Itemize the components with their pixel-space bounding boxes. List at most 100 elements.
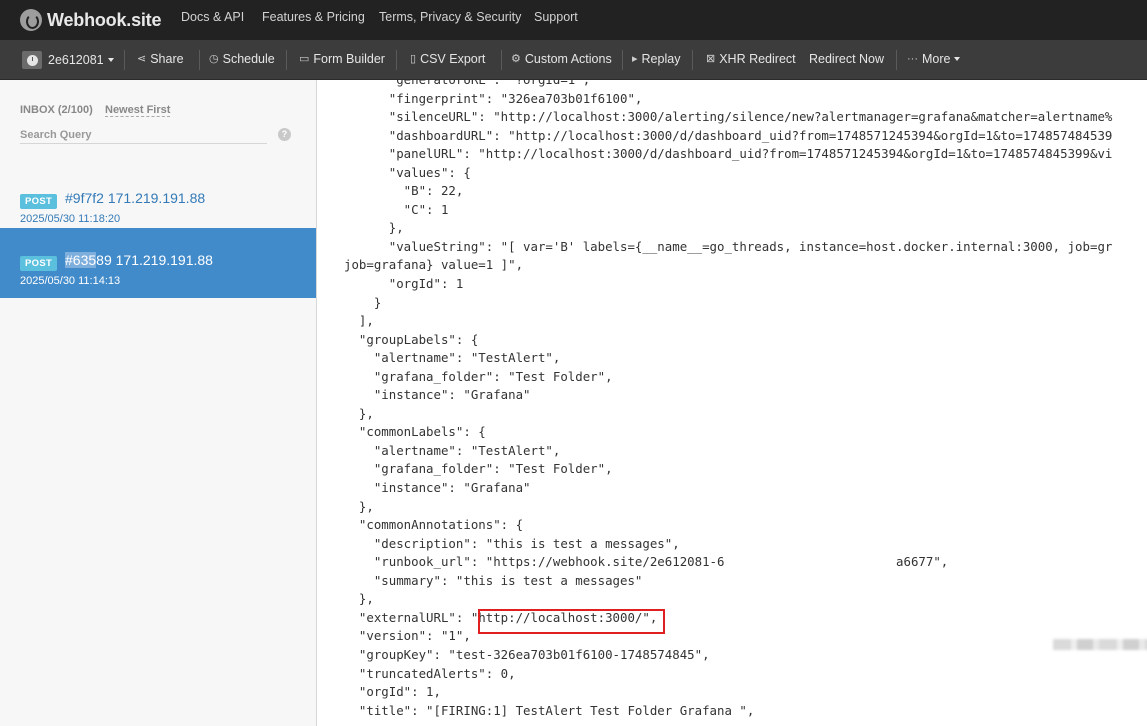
- file-icon: ▯: [410, 53, 417, 65]
- share-button[interactable]: ⋖ Share: [137, 51, 184, 67]
- code-line: "description": "this is test a messages"…: [344, 535, 680, 551]
- code-line: "fingerprint": "326ea703b01f6100",: [344, 90, 643, 106]
- csv-export-button[interactable]: ▯ CSV Export: [410, 51, 485, 67]
- clock-icon: ◷: [209, 53, 219, 65]
- code-line: "grafana_folder": "Test Folder",: [344, 461, 613, 477]
- toolbar-divider: [124, 50, 125, 70]
- code-line: "version": "1",: [344, 628, 471, 644]
- toolbar-divider: [896, 50, 897, 70]
- request-ip: 171.219.191.88: [107, 190, 206, 206]
- play-icon: ▸: [632, 53, 638, 65]
- code-line: "externalURL": "http://localhost:3000/",: [344, 609, 658, 625]
- inbox-count: INBOX (2/100): [20, 104, 93, 116]
- redirect-icon: ⊠: [706, 53, 716, 65]
- request-list-item-selected[interactable]: POST #63589 171.219.191.88 2025/05/30 11…: [0, 228, 316, 298]
- code-line: "panelURL": "http://localhost:3000/d/das…: [344, 146, 1113, 162]
- search-query-input[interactable]: [20, 126, 267, 144]
- clock-icon: [22, 51, 42, 69]
- xhr-redirect-button[interactable]: ⊠ XHR Redirect: [706, 51, 796, 67]
- nav-terms-privacy[interactable]: Terms, Privacy & Security: [379, 9, 521, 25]
- nav-features-pricing[interactable]: Features & Pricing: [262, 9, 365, 25]
- method-badge: POST: [20, 256, 58, 271]
- schedule-button[interactable]: ◷ Schedule: [209, 51, 275, 67]
- brand-link[interactable]: Webhook.site: [20, 6, 161, 34]
- code-line: }: [344, 294, 382, 310]
- request-date: 2025/05/30 11:14:13: [20, 275, 121, 287]
- token-label: 2e612081: [48, 53, 104, 67]
- brand-name: Webhook.site: [47, 9, 162, 30]
- caret-down-icon: [954, 57, 961, 61]
- custom-actions-button[interactable]: ⚙ Custom Actions: [511, 51, 612, 67]
- caret-down-icon: [107, 58, 114, 62]
- top-navbar: Webhook.site Docs & API Features & Prici…: [0, 0, 1147, 40]
- code-line: "alertname": "TestAlert",: [344, 442, 561, 458]
- share-icon: ⋖: [137, 53, 147, 65]
- code-line: "B": 22,: [344, 183, 464, 199]
- csv-export-label: CSV Export: [420, 52, 486, 66]
- toolbar-divider: [199, 50, 200, 70]
- request-title: #63589 171.219.191.88: [65, 252, 213, 268]
- request-id-rest: 89: [96, 252, 112, 268]
- code-line: "instance": "Grafana": [344, 387, 531, 403]
- code-line: "groupKey": "test-326ea703b01f6100-17485…: [344, 646, 710, 662]
- method-badge: POST: [20, 194, 58, 209]
- code-line: "summary": "this is test a messages": [344, 572, 643, 588]
- more-label: More: [922, 52, 951, 66]
- form-icon: ▭: [299, 53, 310, 65]
- code-line: },: [344, 220, 404, 236]
- help-icon[interactable]: ?: [278, 128, 291, 141]
- code-line: },: [344, 591, 374, 607]
- redirect-now-label: Redirect Now: [809, 52, 885, 66]
- code-line: "alertname": "TestAlert",: [344, 350, 561, 366]
- nav-docs-api[interactable]: Docs & API: [181, 9, 244, 25]
- code-line: "grafana_folder": "Test Folder",: [344, 368, 613, 384]
- custom-actions-label: Custom Actions: [524, 52, 612, 66]
- code-line: "values": {: [344, 164, 471, 180]
- ellipsis-icon: ···: [907, 53, 918, 65]
- xhr-redirect-label: XHR Redirect: [719, 52, 796, 66]
- more-dropdown-button[interactable]: ··· More: [907, 51, 961, 67]
- redirect-now-button[interactable]: Redirect Now: [809, 51, 884, 67]
- toolbar-divider: [396, 50, 397, 70]
- code-line: "instance": "Grafana": [344, 480, 531, 496]
- request-ip: 171.219.191.88: [115, 252, 213, 268]
- webhook-logo-icon: [20, 9, 42, 31]
- request-title: #9f7f2 171.219.191.88: [65, 190, 205, 206]
- request-id: #9f7f2: [65, 190, 104, 206]
- request-list-item[interactable]: POST #9f7f2 171.219.191.88 2025/05/30 11…: [0, 166, 316, 236]
- share-label: Share: [150, 52, 184, 66]
- toolbar-divider: [692, 50, 693, 70]
- toolbar-divider: [286, 50, 287, 70]
- code-line: "runbook_url": "https://webhook.site/2e6…: [344, 554, 949, 570]
- code-line: },: [344, 405, 374, 421]
- request-id-highlight: #635: [65, 252, 97, 268]
- replay-label: Replay: [641, 52, 681, 66]
- code-line: "generatorURL": "?orgId=1",: [344, 80, 1112, 90]
- nav-support[interactable]: Support: [534, 9, 578, 25]
- schedule-label: Schedule: [222, 52, 275, 66]
- form-builder-button[interactable]: ▭ Form Builder: [299, 51, 385, 67]
- code-line: "commonAnnotations": {: [344, 517, 524, 533]
- code-line: "groupLabels": {: [344, 331, 479, 347]
- replay-button[interactable]: ▸ Replay: [632, 51, 680, 67]
- toolbar-divider: [622, 50, 623, 70]
- code-line: "valueString": "[ var='B' labels={__name…: [344, 238, 1113, 254]
- code-line: "orgId": 1,: [344, 684, 441, 700]
- token-dropdown-button[interactable]: 2e612081: [22, 50, 114, 70]
- sort-order-toggle[interactable]: Newest First: [105, 104, 171, 117]
- request-date: 2025/05/30 11:18:20: [20, 213, 121, 225]
- code-line: "title": "[FIRING:1] TestAlert Test Fold…: [344, 702, 755, 718]
- code-line: "dashboardURL": "http://localhost:3000/d…: [344, 127, 1113, 143]
- toolbar-divider: [501, 50, 502, 70]
- code-line: "commonLabels": {: [344, 424, 486, 440]
- form-builder-label: Form Builder: [313, 52, 385, 66]
- code-line: "orgId": 1: [344, 276, 464, 292]
- code-line: ],: [344, 313, 374, 329]
- gear-icon: ⚙: [511, 53, 521, 65]
- code-line: job=grafana} value=1 ]",: [344, 257, 524, 273]
- code-line: },: [344, 498, 374, 514]
- request-body-panel: "generatorURL": "?orgId=1", "fingerprint…: [318, 80, 1147, 726]
- redacted-blur: [1053, 639, 1147, 650]
- highlight-box: [478, 609, 665, 634]
- action-toolbar: 2e612081 ⋖ Share ◷ Schedule ▭ Form Build…: [0, 40, 1147, 80]
